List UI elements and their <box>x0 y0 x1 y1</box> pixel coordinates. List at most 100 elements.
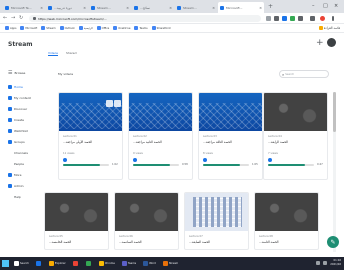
browser-tab[interactable]: Stream... × <box>89 2 131 13</box>
app-icon <box>85 261 91 266</box>
video-thumbnail[interactable] <box>255 193 318 231</box>
video-card[interactable]: Lecture 07 ...الحصة السابعة <box>184 192 249 250</box>
profile-avatar-icon[interactable] <box>320 16 325 21</box>
scrollbar[interactable] <box>333 92 336 252</box>
new-tab-button[interactable]: + <box>268 3 273 11</box>
taskbar-item[interactable]: Word <box>141 259 158 268</box>
extension-icon[interactable] <box>282 16 287 21</box>
nav-item[interactable]: More <box>8 169 31 180</box>
video-duration: 1:05 <box>252 163 258 166</box>
taskbar-item[interactable]: Teams <box>120 259 138 268</box>
chrome-icon <box>98 261 104 266</box>
video-title[interactable]: ...الحصة السادسة <box>119 240 177 244</box>
taskbar-item[interactable]: Stream <box>161 259 180 268</box>
video-card[interactable]: Lecture 03 ...الحصة الثالثة مراجعة 8 vie… <box>198 92 263 180</box>
video-title[interactable]: ...الحصة الرابعة <box>268 140 326 144</box>
bookmark-item[interactable]: Apps <box>5 26 16 30</box>
menu-button[interactable]: ☰ Browse <box>8 70 25 76</box>
close-icon[interactable]: × <box>83 6 86 10</box>
extension-icon[interactable] <box>298 16 303 21</box>
address-bar[interactable]: https://web.microsoft.com/microsoftstrea… <box>29 15 261 22</box>
nav-item[interactable]: My content <box>8 92 31 103</box>
video-thumbnail[interactable] <box>129 93 192 131</box>
left-navigation: ☰ Browse Home My content Discover Create… <box>0 67 50 257</box>
taskbar-item[interactable]: Explorer <box>47 259 68 268</box>
close-window-button[interactable]: × <box>334 2 338 10</box>
nav-item[interactable]: Admin <box>8 180 31 191</box>
extensions-puzzle-icon[interactable] <box>310 16 315 21</box>
nav-item[interactable]: Help <box>8 191 31 202</box>
browser-tab[interactable]: ...نصائح × <box>132 2 174 13</box>
nav-item[interactable]: Groups <box>8 136 31 147</box>
reload-icon[interactable]: ↻ <box>19 15 23 22</box>
nav-item[interactable]: Watchlist <box>8 125 31 136</box>
windows-start-icon[interactable] <box>2 260 9 267</box>
avatar[interactable] <box>327 38 336 47</box>
video-thumbnail[interactable] <box>199 93 262 131</box>
video-thumbnail[interactable] <box>59 93 122 131</box>
nav-item[interactable]: People <box>8 158 31 169</box>
video-title[interactable]: ...الحصة السابعة <box>189 240 247 244</box>
bookmark-item[interactable]: Stream <box>41 26 56 30</box>
bookmark-item[interactable]: Office <box>96 26 109 30</box>
video-card[interactable]: Lecture 06 ...الحصة السادسة <box>114 192 179 250</box>
bookmark-item[interactable]: Teams <box>134 26 148 30</box>
browser-tab[interactable]: Stream... × <box>175 2 217 13</box>
video-thumbnail[interactable] <box>115 193 178 231</box>
video-thumbnail[interactable] <box>264 93 327 131</box>
video-title[interactable]: ...الحصة الثالثة مراجعة <box>203 140 261 144</box>
volume-icon[interactable] <box>323 260 328 265</box>
taskbar-item[interactable] <box>71 259 81 268</box>
video-title[interactable]: ...الحصة الخامسة <box>49 240 107 244</box>
bookmark-item[interactable]: الرئيسية <box>78 26 93 30</box>
extension-icon[interactable] <box>274 16 279 21</box>
bookmark-item[interactable]: OneDrive <box>113 26 130 30</box>
video-info: 11 views <box>63 152 75 155</box>
taskbar-item[interactable]: Search <box>12 259 31 268</box>
video-card[interactable]: Lecture 08 ...الحصة الثامنة <box>254 192 319 250</box>
nav-item[interactable]: Home <box>8 81 31 92</box>
star-icon[interactable] <box>266 16 271 21</box>
browser-tab[interactable]: Microsoft Te... × <box>3 2 45 13</box>
taskbar-item[interactable]: Chrome <box>97 259 117 268</box>
video-title[interactable]: ...الحصة الثامنة <box>259 240 317 244</box>
video-title[interactable]: ...الحصة الأولى مراجعة <box>63 140 121 144</box>
search-input[interactable]: ⌕ Search <box>279 70 329 78</box>
system-clock[interactable]: 01:02 2021/02 <box>330 259 341 266</box>
close-icon[interactable]: × <box>259 6 262 10</box>
taskbar-item[interactable] <box>34 259 44 268</box>
bookmark-item[interactable]: SharePoint <box>151 26 171 30</box>
bookmark-item[interactable]: Outlook <box>59 26 75 30</box>
network-icon[interactable] <box>316 260 321 265</box>
nav-item[interactable]: Create <box>8 114 31 125</box>
browser-tab[interactable]: ...دورة تدريبية × <box>46 2 88 13</box>
video-card[interactable]: Lecture 05 ...الحصة الخامسة <box>44 192 109 250</box>
bookmark-item[interactable]: Microsoft <box>20 26 37 30</box>
extension-icon[interactable] <box>290 16 295 21</box>
video-title[interactable]: ...الحصة الثانية مراجعة <box>133 140 191 144</box>
minimize-button[interactable]: – <box>312 2 315 10</box>
back-arrow-icon[interactable]: ← <box>3 15 7 22</box>
close-icon[interactable]: × <box>126 6 129 10</box>
nav-item[interactable]: Discover <box>8 103 31 114</box>
close-icon[interactable]: × <box>40 6 43 10</box>
close-icon[interactable]: × <box>212 6 215 10</box>
kebab-menu-icon[interactable] <box>332 16 334 21</box>
scrollbar-thumb[interactable] <box>333 92 336 132</box>
close-icon[interactable]: × <box>169 6 172 10</box>
tab-shared[interactable]: Shared <box>66 51 77 56</box>
nav-item[interactable]: Channels <box>8 147 31 158</box>
forward-arrow-icon[interactable]: → <box>11 15 15 22</box>
add-button[interactable]: + <box>316 38 324 48</box>
video-thumbnail[interactable] <box>185 193 248 231</box>
tab-videos[interactable]: Videos <box>48 51 58 56</box>
taskbar-item[interactable] <box>84 259 94 268</box>
video-thumbnail[interactable] <box>45 193 108 231</box>
maximize-button[interactable]: □ <box>323 2 328 10</box>
video-card[interactable]: Lecture 01 ...الحصة الأولى مراجعة 11 vie… <box>58 92 123 180</box>
bookmark-other[interactable]: قائمة القراءة <box>318 26 340 30</box>
video-card[interactable]: Lecture 02 ...الحصة الثانية مراجعة 9 vie… <box>128 92 193 180</box>
browser-tab-active[interactable]: Microsoft... × <box>218 2 264 13</box>
video-card[interactable]: Lecture 04 ...الحصة الرابعة 7 views 0:47 <box>263 92 328 180</box>
chat-fab-button[interactable]: ✎ <box>327 236 339 248</box>
